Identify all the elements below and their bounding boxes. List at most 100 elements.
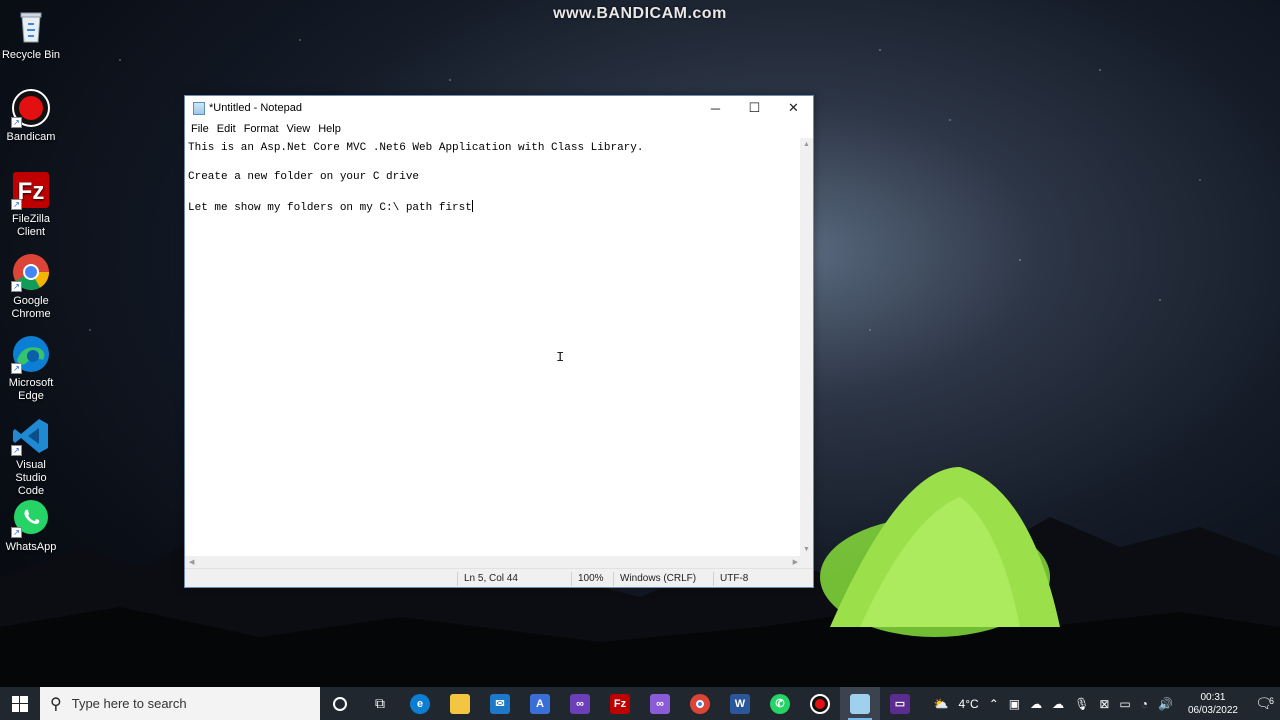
- edge-icon: ↗: [11, 334, 51, 374]
- bandicam-icon: ↗: [11, 88, 51, 128]
- start-button[interactable]: [0, 687, 40, 720]
- status-encoding: UTF-8: [713, 572, 748, 586]
- system-tray: ⛅ 4°C ⌃ ▣ ☁ ☁ 🎙 ⊠ ▭ ◔ 🔊 00:31 06/03/2022…: [929, 687, 1280, 720]
- close-icon: ✕: [788, 100, 799, 115]
- status-zoom: 100%: [571, 572, 604, 586]
- taskbar-edge[interactable]: e: [400, 687, 440, 720]
- cloud-icon[interactable]: ☁: [1047, 697, 1069, 711]
- whatsapp-icon: ✆: [770, 693, 790, 714]
- word-icon: W: [730, 693, 750, 714]
- weather-temperature[interactable]: 4°C: [954, 697, 984, 711]
- menu-view[interactable]: View: [283, 123, 315, 135]
- status-bar: Ln 5, Col 44 100% Windows (CRLF) UTF-8: [185, 568, 813, 587]
- shortcut-arrow-icon: ↗: [11, 117, 22, 128]
- chrome-icon: [690, 693, 710, 714]
- notification-center-button[interactable]: 🗨 6: [1248, 695, 1280, 712]
- taskbar-bandicam[interactable]: [800, 687, 840, 720]
- menu-help[interactable]: Help: [314, 123, 345, 135]
- menu-format[interactable]: Format: [240, 123, 283, 135]
- meet-now-icon[interactable]: ▣: [1004, 697, 1025, 711]
- taskbar-visual-studio-3[interactable]: ▭: [880, 687, 920, 720]
- taskbar-visual-studio-2[interactable]: ∞: [640, 687, 680, 720]
- desktop-icon-vscode[interactable]: ↗ Visual Studio Code: [0, 416, 62, 498]
- recycle-bin-icon: [11, 6, 51, 46]
- text-caret: [471, 199, 473, 212]
- taskbar-whatsapp[interactable]: ✆: [760, 687, 800, 720]
- desktop-icon-label: WhatsApp: [5, 541, 57, 553]
- minimize-icon: ─: [710, 100, 721, 116]
- taskbar-notepad[interactable]: [840, 687, 880, 720]
- notepad-icon: [193, 101, 205, 115]
- cortana-icon: [333, 696, 347, 711]
- terminal-icon: ▭: [890, 693, 910, 714]
- onedrive-icon[interactable]: ☁: [1025, 697, 1047, 711]
- task-view-button[interactable]: ⧉: [360, 687, 400, 720]
- shortcut-arrow-icon: ↗: [11, 281, 22, 292]
- desktop-icon-bandicam[interactable]: ↗ Bandicam: [0, 88, 62, 144]
- whatsapp-icon: ↗: [11, 498, 51, 538]
- taskbar-file-explorer[interactable]: [440, 687, 480, 720]
- minimize-button[interactable]: ─: [696, 96, 735, 120]
- taskbar-word[interactable]: W: [720, 687, 760, 720]
- desktop-icon-label: Recycle Bin: [1, 49, 61, 61]
- scroll-down-icon[interactable]: ▼: [800, 543, 813, 556]
- desktop-icon-label: Microsoft: [8, 377, 54, 389]
- edge-icon: e: [410, 693, 430, 714]
- notification-count: 6: [1268, 696, 1274, 706]
- desktop-icon-recycle-bin[interactable]: Recycle Bin: [0, 6, 62, 62]
- text-cursor-icon: I: [556, 350, 565, 366]
- desktop-icon-label: Google: [13, 295, 49, 307]
- desktop-icon-label: FileZilla: [12, 213, 50, 225]
- title-bar[interactable]: *Untitled - Notepad ─ ☐ ✕: [185, 96, 813, 120]
- status-position: Ln 5, Col 44: [457, 572, 518, 586]
- desktop-icon-filezilla[interactable]: Fz ↗ FileZilla Client: [0, 170, 62, 239]
- desktop-icon-label: Bandicam: [6, 131, 56, 143]
- microphone-icon[interactable]: 🎙: [1069, 697, 1094, 711]
- network-icon[interactable]: ◔: [1136, 697, 1153, 711]
- taskbar-filezilla[interactable]: Fz: [600, 687, 640, 720]
- search-placeholder: Type here to search: [71, 696, 187, 711]
- weather-icon[interactable]: ⛅: [929, 697, 954, 711]
- chrome-icon: ↗: [11, 252, 51, 292]
- desktop-icon-edge[interactable]: ↗ Microsoft Edge: [0, 334, 62, 403]
- editor-line-current: Let me show my folders on my C:\ path fi…: [188, 199, 802, 216]
- visual-studio-icon: ∞: [650, 693, 670, 714]
- desktop-icon-label: Chrome: [11, 308, 51, 320]
- menu-file[interactable]: File: [187, 123, 213, 135]
- windows-logo-icon: [12, 695, 28, 712]
- vertical-scrollbar[interactable]: ▲ ▼: [800, 138, 813, 556]
- menu-edit[interactable]: Edit: [213, 123, 240, 135]
- visual-studio-icon: ∞: [570, 693, 590, 714]
- cortana-button[interactable]: [320, 687, 360, 720]
- notepad-window[interactable]: *Untitled - Notepad ─ ☐ ✕ File Edit Form…: [184, 95, 814, 588]
- volume-icon[interactable]: 🔊: [1153, 697, 1178, 711]
- battery-icon[interactable]: ▭: [1114, 697, 1135, 711]
- desktop-icon-label: Code: [17, 485, 45, 497]
- taskbar-visual-studio[interactable]: ∞: [560, 687, 600, 720]
- maximize-icon: ☐: [748, 100, 761, 115]
- text-editor[interactable]: This is an Asp.Net Core MVC .Net6 Web Ap…: [185, 138, 802, 556]
- maximize-button[interactable]: ☐: [735, 96, 774, 120]
- taskbar-azure-data-studio[interactable]: A: [520, 687, 560, 720]
- filezilla-icon: Fz: [610, 693, 630, 714]
- taskbar-search-box[interactable]: ⚲ Type here to search: [40, 687, 320, 720]
- taskbar-mail[interactable]: ✉: [480, 687, 520, 720]
- scroll-up-icon[interactable]: ▲: [800, 138, 813, 151]
- desktop-icon-chrome[interactable]: ↗ Google Chrome: [0, 252, 62, 321]
- taskbar: ⚲ Type here to search ⧉ e ✉ A ∞ Fz ∞ W ✆…: [0, 687, 1280, 720]
- azure-icon: A: [530, 693, 550, 714]
- shortcut-arrow-icon: ↗: [11, 527, 22, 538]
- close-button[interactable]: ✕: [774, 96, 813, 120]
- desktop-icon-whatsapp[interactable]: ↗ WhatsApp: [0, 498, 62, 554]
- clock[interactable]: 00:31 06/03/2022: [1178, 691, 1248, 717]
- editor-line: Let me show my folders on my C:\ path fi…: [188, 201, 472, 214]
- security-icon[interactable]: ⊠: [1094, 697, 1114, 711]
- chevron-up-icon[interactable]: ⌃: [984, 697, 1004, 711]
- shortcut-arrow-icon: ↗: [11, 199, 22, 210]
- mail-icon: ✉: [490, 693, 510, 714]
- editor-line: This is an Asp.Net Core MVC .Net6 Web Ap…: [188, 142, 644, 154]
- task-view-icon: ⧉: [375, 695, 385, 711]
- taskbar-chrome[interactable]: [680, 687, 720, 720]
